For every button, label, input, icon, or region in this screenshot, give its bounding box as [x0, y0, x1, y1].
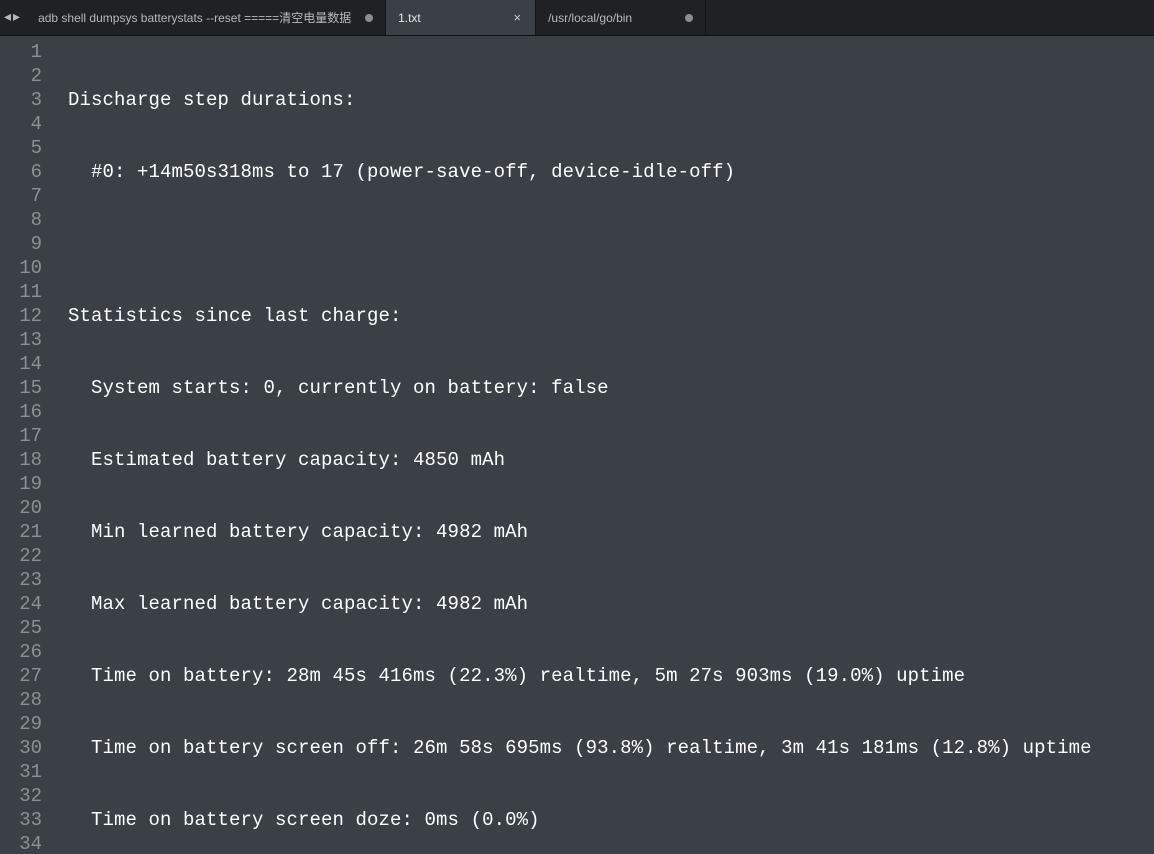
tab-label: /usr/local/go/bin	[548, 11, 677, 25]
code-content[interactable]: Discharge step durations: #0: +14m50s318…	[56, 36, 1154, 854]
tab-dirty-dot-icon	[685, 14, 693, 22]
line-number: 22	[0, 544, 42, 568]
code-line: System starts: 0, currently on battery: …	[68, 376, 1154, 400]
tab-label: adb shell dumpsys batterystats --reset =…	[38, 9, 357, 26]
code-line: Time on battery screen doze: 0ms (0.0%)	[68, 808, 1154, 832]
tab-batterystats[interactable]: adb shell dumpsys batterystats --reset =…	[26, 0, 386, 35]
line-number: 27	[0, 664, 42, 688]
line-number: 5	[0, 136, 42, 160]
line-number: 28	[0, 688, 42, 712]
tab-label: 1.txt	[398, 11, 503, 25]
code-line: Time on battery screen off: 26m 58s 695m…	[68, 736, 1154, 760]
tab-nav-arrows[interactable]: ◂ ▸	[0, 0, 26, 35]
code-line: #0: +14m50s318ms to 17 (power-save-off, …	[68, 160, 1154, 184]
tab-bar: ◂ ▸ adb shell dumpsys batterystats --res…	[0, 0, 1154, 36]
line-number: 32	[0, 784, 42, 808]
line-number: 19	[0, 472, 42, 496]
line-number: 9	[0, 232, 42, 256]
line-number: 13	[0, 328, 42, 352]
line-number: 11	[0, 280, 42, 304]
line-number: 4	[0, 112, 42, 136]
code-line: Min learned battery capacity: 4982 mAh	[68, 520, 1154, 544]
line-number: 15	[0, 376, 42, 400]
code-line: Discharge step durations:	[68, 88, 1154, 112]
line-number: 7	[0, 184, 42, 208]
line-number: 16	[0, 400, 42, 424]
line-number: 25	[0, 616, 42, 640]
line-number: 3	[0, 88, 42, 112]
line-number: 12	[0, 304, 42, 328]
line-number: 29	[0, 712, 42, 736]
line-number: 24	[0, 592, 42, 616]
code-line: Estimated battery capacity: 4850 mAh	[68, 448, 1154, 472]
editor[interactable]: 1 2 3 4 5 6 7 8 9 10 11 12 13 14 15 16 1…	[0, 36, 1154, 854]
code-line: Statistics since last charge:	[68, 304, 1154, 328]
line-number: 17	[0, 424, 42, 448]
line-number: 14	[0, 352, 42, 376]
tab-nav-prev-icon[interactable]: ◂	[4, 9, 11, 26]
code-line: Max learned battery capacity: 4982 mAh	[68, 592, 1154, 616]
line-number: 10	[0, 256, 42, 280]
line-number: 2	[0, 64, 42, 88]
line-number: 26	[0, 640, 42, 664]
line-number: 31	[0, 760, 42, 784]
line-number: 34	[0, 832, 42, 854]
line-number: 1	[0, 40, 42, 64]
code-line	[68, 232, 1154, 256]
line-number: 30	[0, 736, 42, 760]
tab-gopath[interactable]: /usr/local/go/bin	[536, 0, 706, 35]
line-number: 21	[0, 520, 42, 544]
line-number: 33	[0, 808, 42, 832]
tab-nav-next-icon[interactable]: ▸	[13, 9, 20, 26]
line-number: 8	[0, 208, 42, 232]
code-line: Time on battery: 28m 45s 416ms (22.3%) r…	[68, 664, 1154, 688]
line-number: 23	[0, 568, 42, 592]
line-number-gutter: 1 2 3 4 5 6 7 8 9 10 11 12 13 14 15 16 1…	[0, 36, 56, 854]
line-number: 6	[0, 160, 42, 184]
tab-1txt[interactable]: 1.txt ×	[386, 0, 536, 35]
tab-dirty-dot-icon	[365, 14, 373, 22]
tab-close-icon[interactable]: ×	[511, 11, 523, 24]
line-number: 18	[0, 448, 42, 472]
line-number: 20	[0, 496, 42, 520]
